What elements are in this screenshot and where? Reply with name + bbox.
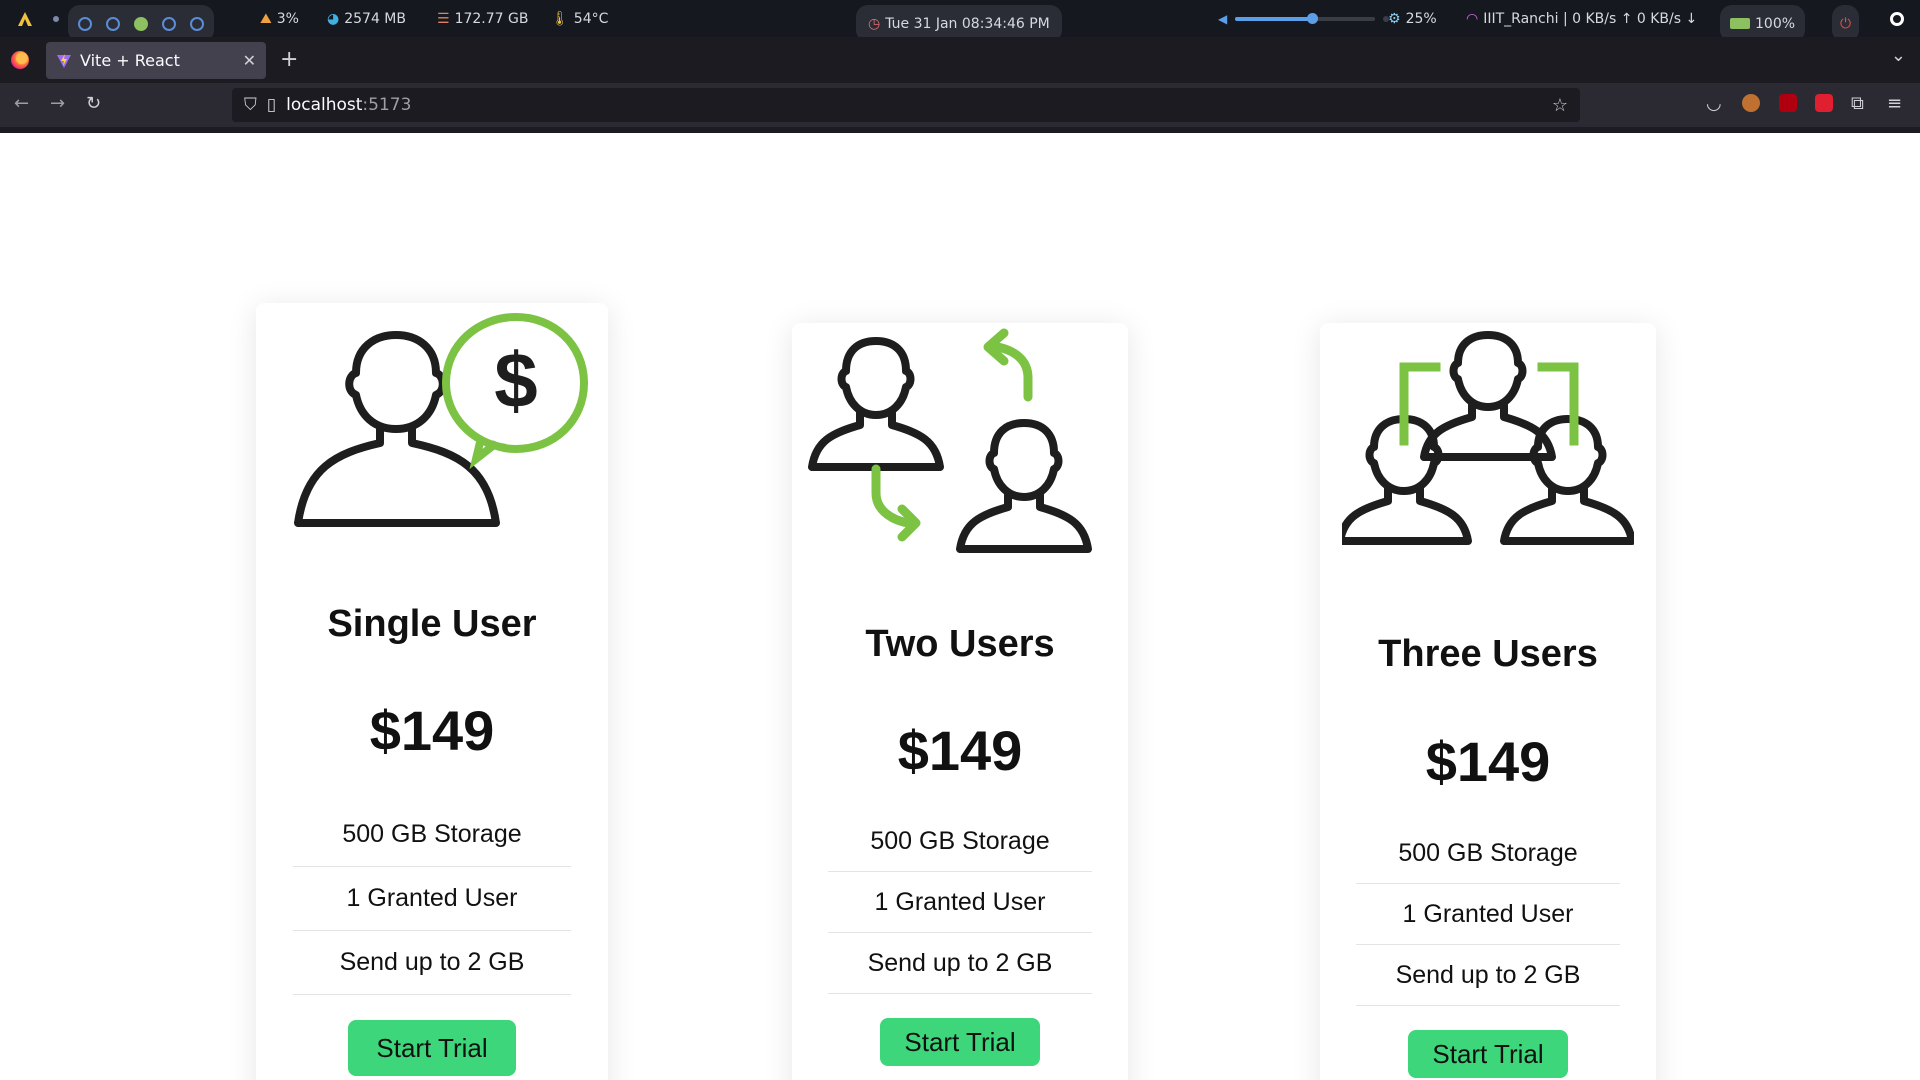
tab-close-icon[interactable]: ✕: [243, 51, 256, 70]
feature-item: Send up to 2 GB: [828, 933, 1092, 994]
clock-icon: ◷: [868, 15, 881, 32]
memory-icon: ◕: [327, 10, 340, 27]
gear-icon: ⚙: [1388, 10, 1401, 27]
indicator-dot: [53, 0, 59, 37]
vite-favicon-icon: [57, 53, 71, 68]
launcher-icon[interactable]: [14, 0, 36, 37]
speaker-icon: ◀: [1218, 11, 1228, 26]
network-status[interactable]: ◠ IIIT_Ranchi | 0 KB/s ↑ 0 KB/s ↓: [1466, 0, 1697, 37]
system-top-bar: ⛰ 3% ◕ 2574 MB ☰ 172.77 GB 🌡 54°C ◷ Tue …: [0, 0, 1920, 42]
plan-price: $149: [369, 699, 495, 762]
notification-toggle[interactable]: [1890, 0, 1904, 37]
user-dollar-icon: $: [294, 312, 589, 527]
ublock-icon[interactable]: [1779, 94, 1797, 112]
volume-slider-fill: [1235, 16, 1313, 21]
url-host: localhost: [286, 95, 363, 115]
firefox-icon[interactable]: [11, 51, 29, 69]
start-trial-button[interactable]: Start Trial: [1408, 1030, 1568, 1078]
tab-active[interactable]: Vite + React ✕: [46, 42, 266, 79]
feature-item: 1 Granted User: [293, 867, 571, 931]
pricing-card-three-users: Three Users $149 500 GB Storage 1 Grante…: [1320, 323, 1656, 1080]
browser-tab-bar: Vite + React ✕ + ⌄: [0, 37, 1920, 83]
pricing-card-single-user: $ Single User $149 500 GB Storage 1 Gran…: [256, 303, 608, 1080]
circle-icon: [1890, 11, 1904, 26]
pocket-icon[interactable]: ◡: [1706, 93, 1722, 114]
start-trial-button[interactable]: Start Trial: [348, 1020, 516, 1076]
feature-item: 500 GB Storage: [828, 811, 1092, 872]
shield-icon[interactable]: ⛉: [244, 95, 257, 115]
battery-icon: [1730, 18, 1750, 29]
menu-hamburger-icon[interactable]: ≡: [1887, 93, 1902, 114]
workspace-1[interactable]: [78, 16, 92, 31]
feature-item: Send up to 2 GB: [293, 931, 571, 995]
memory-usage: ◕ 2574 MB: [327, 10, 406, 27]
browser-nav-bar: ← → ↻ ⛉ ▯ localhost:5173 ☆ ◡ ⧉ ≡: [0, 83, 1920, 127]
bookmark-star-icon[interactable]: ☆: [1552, 95, 1568, 116]
feature-item: 1 Granted User: [828, 872, 1092, 933]
workspace-2[interactable]: [106, 16, 120, 31]
brightness[interactable]: ⚙ 25%: [1388, 0, 1437, 37]
reload-icon[interactable]: ↻: [86, 93, 101, 114]
disk-icon: ☰: [437, 10, 450, 27]
cpu-usage: ⛰ 3%: [260, 10, 299, 27]
plan-price: $149: [1425, 730, 1551, 793]
start-trial-button[interactable]: Start Trial: [880, 1018, 1040, 1066]
pricing-page: $ Single User $149 500 GB Storage 1 Gran…: [0, 133, 1920, 1080]
svg-text:$: $: [494, 336, 537, 424]
url-port: :5173: [362, 95, 412, 115]
plan-price: $149: [897, 719, 1023, 782]
temperature: 🌡 54°C: [551, 10, 609, 27]
cpu-icon: ⛰: [260, 10, 272, 27]
feature-item: Send up to 2 GB: [1356, 945, 1620, 1006]
url-bar[interactable]: ⛉ ▯ localhost:5173 ☆: [232, 88, 1580, 122]
wifi-icon: ◠: [1466, 10, 1479, 27]
workspace-3[interactable]: [134, 16, 148, 31]
disk-usage: ☰ 172.77 GB: [437, 10, 529, 27]
extension-pen-icon[interactable]: [1815, 94, 1833, 112]
thermometer-icon: 🌡: [551, 10, 569, 27]
feature-item: 500 GB Storage: [1356, 823, 1620, 884]
three-users-group-icon: [1342, 331, 1634, 545]
feature-item: 1 Granted User: [1356, 884, 1620, 945]
two-users-exchange-icon: [808, 328, 1092, 553]
plan-title: Single User: [327, 603, 537, 645]
pricing-card-two-users: Two Users $149 500 GB Storage 1 Granted …: [792, 323, 1128, 1080]
forward-icon[interactable]: →: [50, 93, 65, 114]
page-info-icon[interactable]: ▯: [267, 95, 276, 115]
workspace-4[interactable]: [162, 16, 176, 31]
volume-slider[interactable]: [1235, 12, 1376, 24]
new-tab-icon[interactable]: +: [280, 47, 298, 72]
extension-cookie-icon[interactable]: [1742, 94, 1760, 112]
extensions-puzzle-icon[interactable]: ⧉: [1851, 93, 1864, 114]
back-icon[interactable]: ←: [14, 93, 29, 114]
workspace-5[interactable]: [190, 16, 204, 31]
tab-list-chevron-icon[interactable]: ⌄: [1891, 45, 1906, 66]
plan-title: Two Users: [865, 623, 1055, 665]
volume-slider-knob[interactable]: [1307, 12, 1319, 24]
tab-title: Vite + React: [80, 51, 180, 70]
power-icon: ⏻: [1840, 15, 1852, 32]
plan-title: Three Users: [1378, 633, 1598, 675]
feature-item: 500 GB Storage: [293, 803, 571, 867]
volume-control[interactable]: ◀: [1218, 0, 1390, 37]
